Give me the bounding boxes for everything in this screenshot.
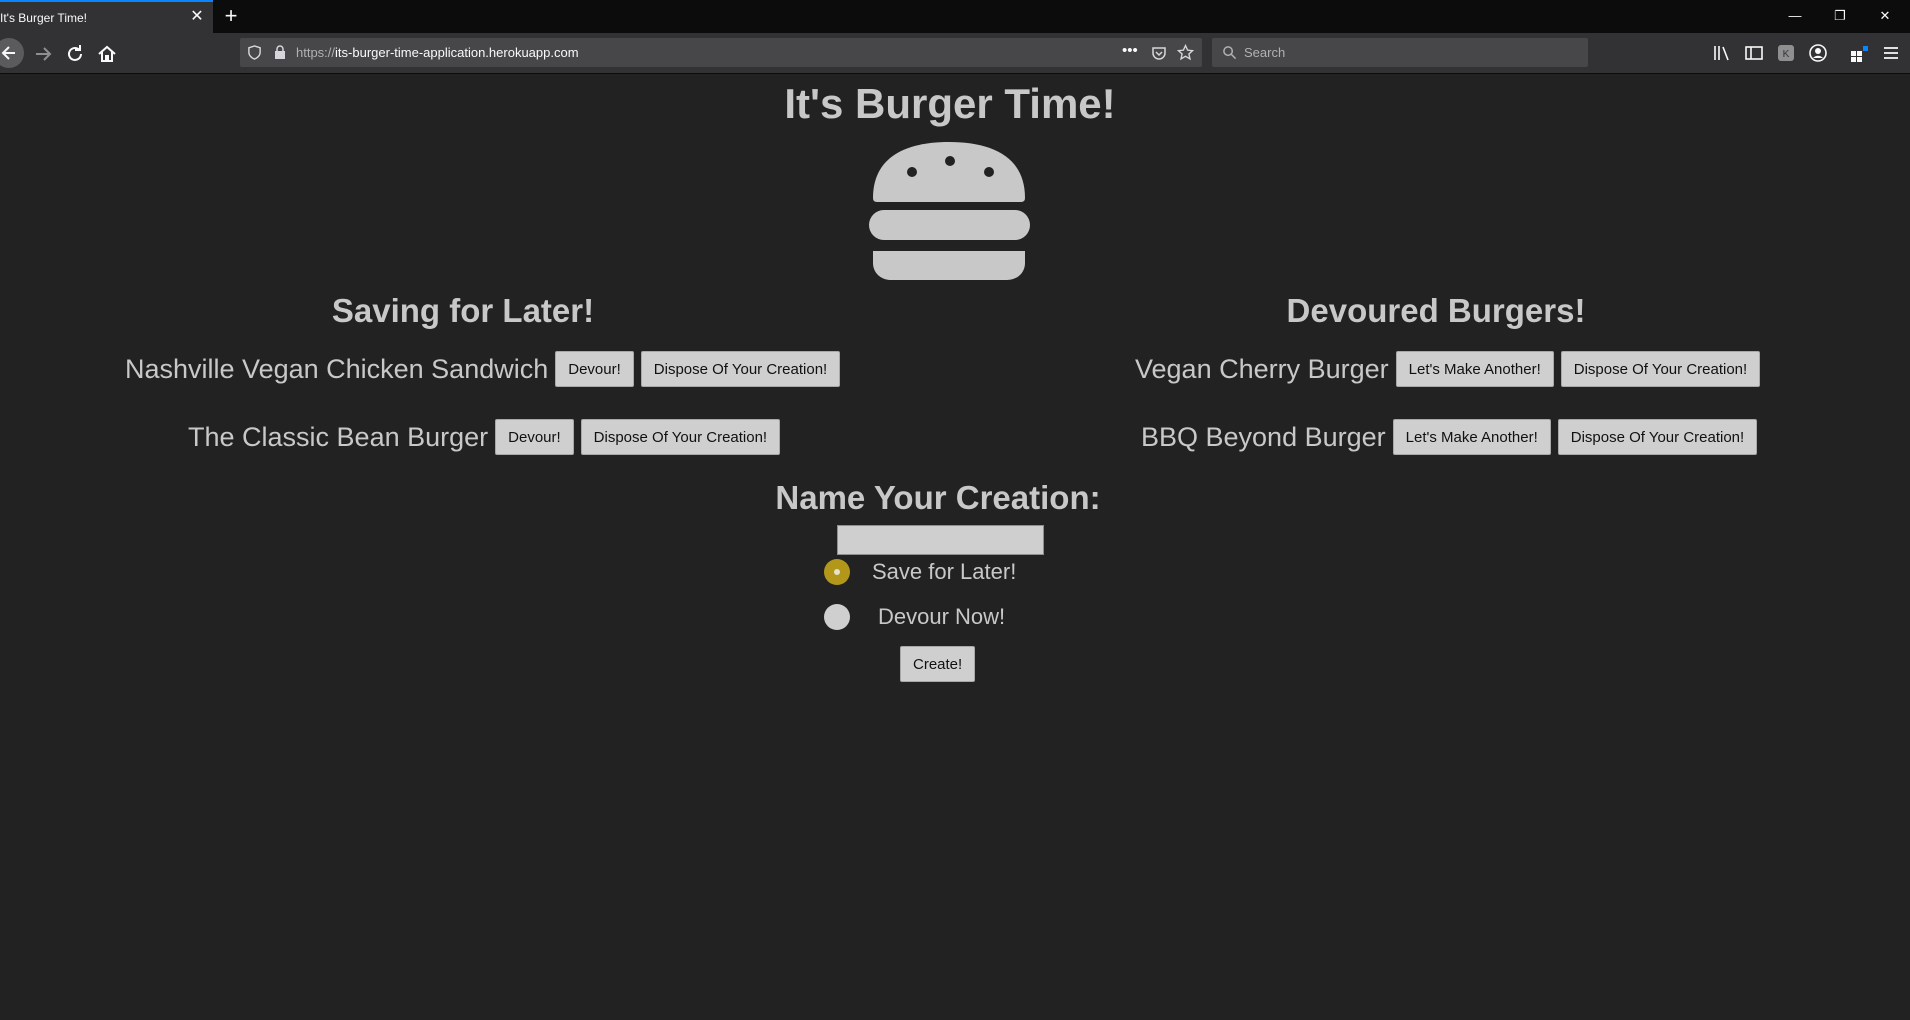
burger-name: Nashville Vegan Chicken Sandwich [125, 353, 549, 384]
address-bar[interactable]: https://its-burger-time-application.hero… [240, 38, 1202, 67]
navigation-toolbar: https://its-burger-time-application.hero… [0, 33, 1910, 74]
restore-icon[interactable]: ❐ [1830, 6, 1850, 26]
close-window-icon[interactable]: ✕ [1875, 6, 1895, 26]
page-actions-icon[interactable]: ••• [1122, 42, 1138, 59]
search-bar[interactable]: Search [1212, 38, 1588, 67]
devoured-burger-row: Vegan Cherry Burger Let's Make Another! … [1135, 349, 1767, 389]
forward-arrow-icon[interactable] [31, 42, 55, 66]
back-button[interactable] [0, 38, 24, 68]
dispose-button[interactable]: Dispose Of Your Creation! [640, 351, 841, 387]
saved-burger-row: Nashville Vegan Chicken Sandwich Devour!… [125, 349, 847, 389]
minimize-icon[interactable]: — [1785, 6, 1805, 26]
devoured-heading: Devoured Burgers! [1286, 292, 1586, 329]
pocket-icon[interactable] [1151, 45, 1167, 61]
burger-name: Vegan Cherry Burger [1135, 353, 1389, 384]
tab-title: It's Burger Time! [0, 11, 87, 25]
make-another-button[interactable]: Let's Make Another! [1392, 419, 1551, 455]
devour-now-option[interactable]: Devour Now! [824, 602, 1005, 632]
saved-heading: Saving for Later! [331, 292, 595, 329]
url-text[interactable]: https://its-burger-time-application.hero… [296, 45, 579, 60]
burger-name: The Classic Bean Burger [188, 421, 489, 452]
sidebar-icon[interactable] [1743, 42, 1765, 64]
make-another-button[interactable]: Let's Make Another! [1395, 351, 1554, 387]
menu-icon[interactable] [1880, 42, 1902, 64]
tracking-shield-icon[interactable] [247, 45, 262, 60]
home-icon[interactable] [95, 42, 119, 66]
dispose-button[interactable]: Dispose Of Your Creation! [580, 419, 781, 455]
lock-icon[interactable] [273, 45, 287, 60]
dispose-button[interactable]: Dispose Of Your Creation! [1560, 351, 1761, 387]
url-prefix: https:// [296, 45, 336, 60]
devour-now-radio[interactable] [824, 604, 850, 630]
burger-logo-icon [869, 142, 1030, 280]
library-icon[interactable] [1711, 42, 1733, 64]
devoured-burger-row: BBQ Beyond Burger Let's Make Another! Di… [1141, 417, 1764, 457]
form-heading: Name Your Creation: [775, 479, 1101, 516]
page-title: It's Burger Time! [784, 80, 1116, 127]
close-tab-icon[interactable]: ✕ [188, 8, 206, 26]
save-later-label: Save for Later! [872, 559, 1017, 584]
save-later-option[interactable]: Save for Later! [824, 557, 1016, 587]
dispose-button[interactable]: Dispose Of Your Creation! [1557, 419, 1758, 455]
account-icon[interactable] [1807, 42, 1829, 64]
save-later-radio[interactable] [824, 559, 850, 585]
burger-name: BBQ Beyond Burger [1141, 421, 1386, 452]
search-icon [1223, 46, 1237, 60]
tab-strip: It's Burger Time! ✕ + — ❐ ✕ [0, 0, 1910, 33]
search-placeholder: Search [1244, 45, 1286, 60]
tab-active[interactable]: It's Burger Time! ✕ [0, 0, 213, 33]
devour-button[interactable]: Devour! [495, 419, 574, 455]
create-button[interactable]: Create! [900, 646, 976, 682]
page-content: It's Burger Time! Saving for Later! Nash… [0, 75, 1910, 1020]
extensions-grid-icon[interactable] [1848, 42, 1870, 64]
devour-now-label: Devour Now! [878, 604, 1006, 629]
svg-text:K: K [1783, 49, 1790, 60]
extension-icon[interactable]: K [1775, 42, 1797, 64]
saved-burger-row: The Classic Bean Burger Devour! Dispose … [188, 417, 787, 457]
reload-icon[interactable] [63, 42, 87, 66]
bookmark-star-icon[interactable] [1177, 44, 1194, 61]
new-tab-icon[interactable]: + [220, 5, 242, 27]
url-host: its-burger-time-application.herokuapp.co… [335, 45, 579, 60]
devour-button[interactable]: Devour! [555, 351, 634, 387]
burger-name-input[interactable] [837, 525, 1044, 555]
back-arrow-icon [1, 46, 15, 60]
